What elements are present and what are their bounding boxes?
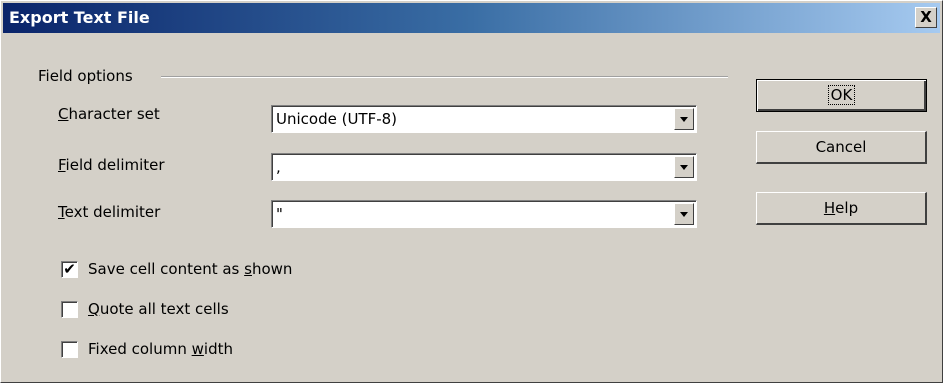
group-divider	[161, 76, 728, 78]
field-options-group-label: Field options	[38, 67, 133, 85]
field-delimiter-value: ,	[276, 158, 281, 176]
fixed-column-width-label: Fixed column width	[88, 340, 233, 358]
character-set-label: Character set	[58, 105, 160, 123]
close-icon[interactable]: X	[915, 7, 937, 28]
fixed-column-width-checkbox[interactable]	[61, 341, 78, 358]
quote-all-text-cells-label: Quote all text cells	[88, 300, 229, 318]
chevron-down-icon[interactable]	[674, 108, 694, 130]
chevron-down-icon[interactable]	[674, 156, 694, 178]
cancel-button[interactable]: Cancel	[756, 131, 927, 164]
field-delimiter-label: Field delimiter	[58, 156, 165, 174]
field-delimiter-select[interactable]: ,	[271, 153, 697, 181]
text-delimiter-label: Text delimiter	[58, 203, 161, 221]
text-delimiter-value: "	[276, 205, 283, 223]
title-bar[interactable]: Export Text File X	[3, 3, 940, 33]
save-cell-content-checkbox[interactable]: ✔	[61, 261, 78, 278]
help-button[interactable]: Help	[756, 192, 927, 225]
chevron-down-icon[interactable]	[674, 203, 694, 225]
quote-all-text-cells-checkbox[interactable]	[61, 301, 78, 318]
dialog-title: Export Text File	[9, 8, 150, 27]
ok-button-label: OK	[827, 85, 856, 105]
character-set-select[interactable]: Unicode (UTF-8)	[271, 105, 697, 133]
export-text-file-dialog: Export Text File X Field options Charact…	[0, 0, 943, 383]
save-cell-content-label: Save cell content as shown	[88, 260, 293, 278]
text-delimiter-select[interactable]: "	[271, 200, 697, 228]
help-button-label: Help	[823, 199, 859, 217]
ok-button[interactable]: OK	[756, 79, 927, 112]
cancel-button-label: Cancel	[815, 138, 867, 156]
character-set-value: Unicode (UTF-8)	[276, 110, 398, 128]
